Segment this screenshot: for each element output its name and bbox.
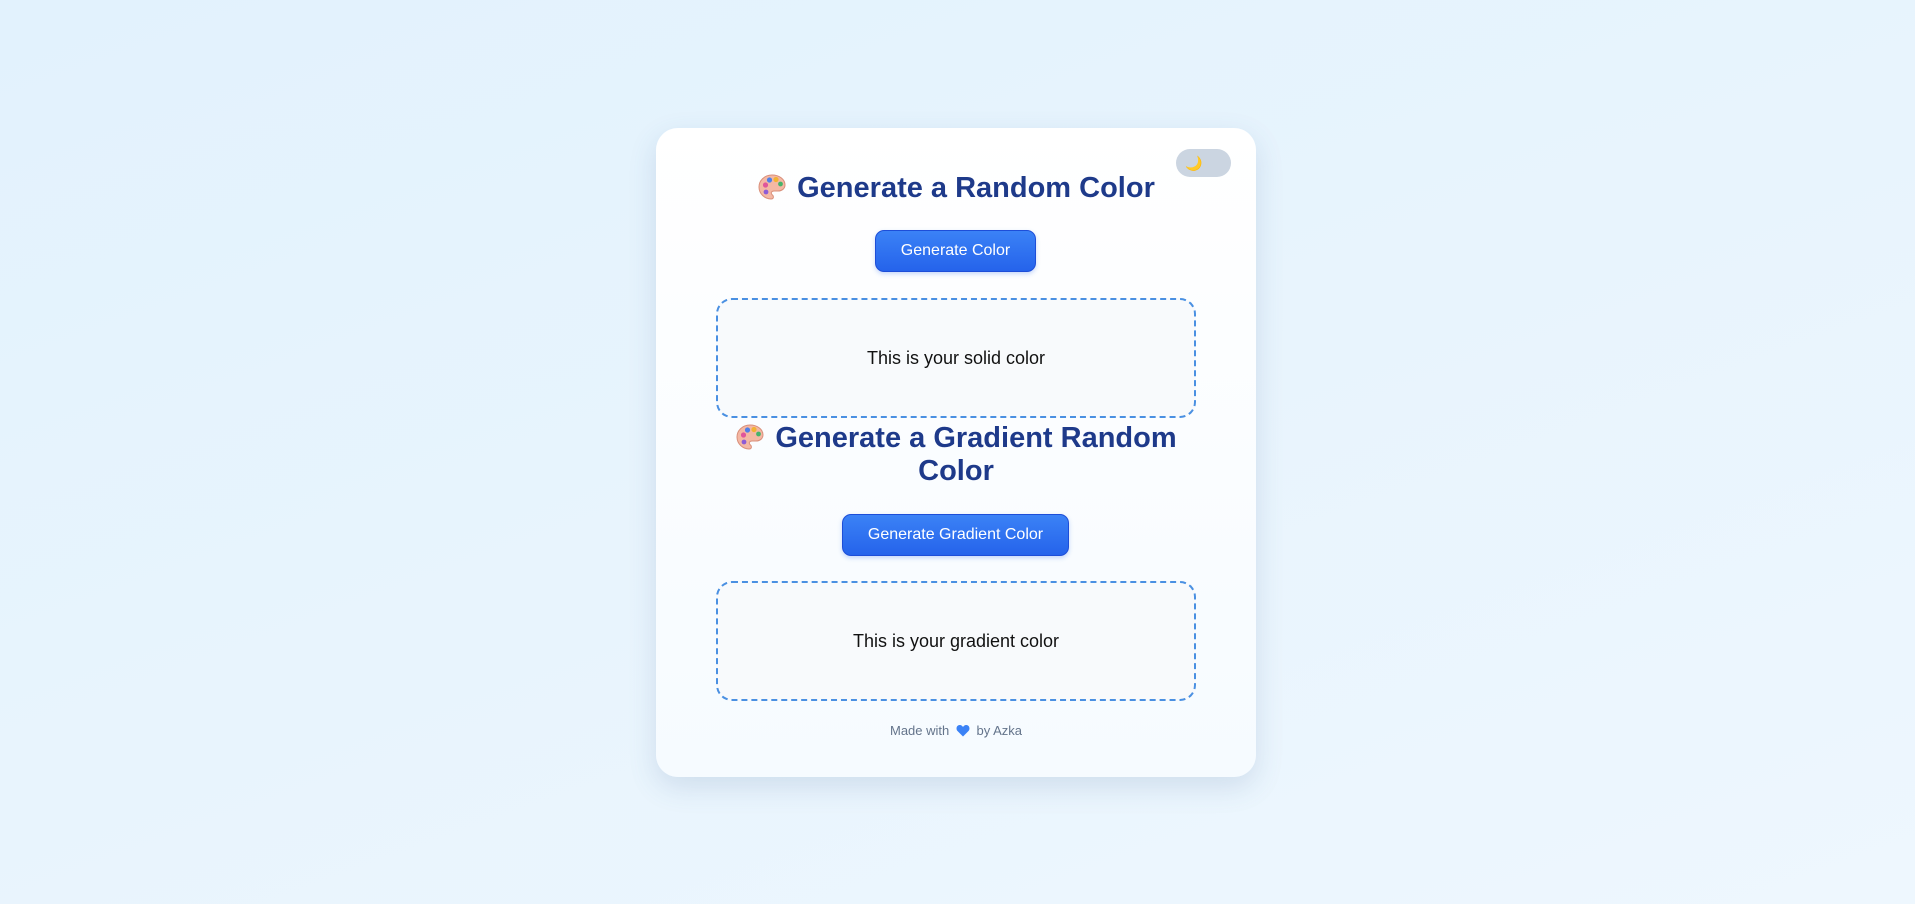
solid-color-preview: This is your solid color	[716, 298, 1196, 418]
generate-color-button[interactable]: Generate Color	[875, 230, 1036, 272]
solid-color-heading: Generate a Random Color	[656, 172, 1256, 205]
solid-heading-text: Generate a Random Color	[797, 172, 1155, 204]
gradient-color-preview: This is your gradient color	[716, 581, 1196, 701]
gradient-color-heading: Generate a Gradient Random Color	[716, 422, 1196, 488]
color-generator-card: 🌙 Generate a Random Color Generate Color…	[656, 128, 1256, 777]
gradient-preview-text: This is your gradient color	[852, 630, 1060, 651]
palette-icon	[736, 424, 764, 450]
gradient-heading-text: Generate a Gradient Random Color	[775, 422, 1177, 487]
moon-icon: 🌙	[1185, 155, 1203, 171]
solid-preview-text: This is your solid color	[866, 347, 1046, 368]
footer-prefix: Made with	[889, 723, 950, 738]
footer-suffix: by Azka	[976, 723, 1023, 738]
footer-credit: Made with by Azka	[656, 723, 1256, 738]
palette-icon	[758, 174, 786, 200]
blue-heart-icon	[956, 724, 970, 737]
generate-gradient-color-button[interactable]: Generate Gradient Color	[842, 514, 1069, 556]
